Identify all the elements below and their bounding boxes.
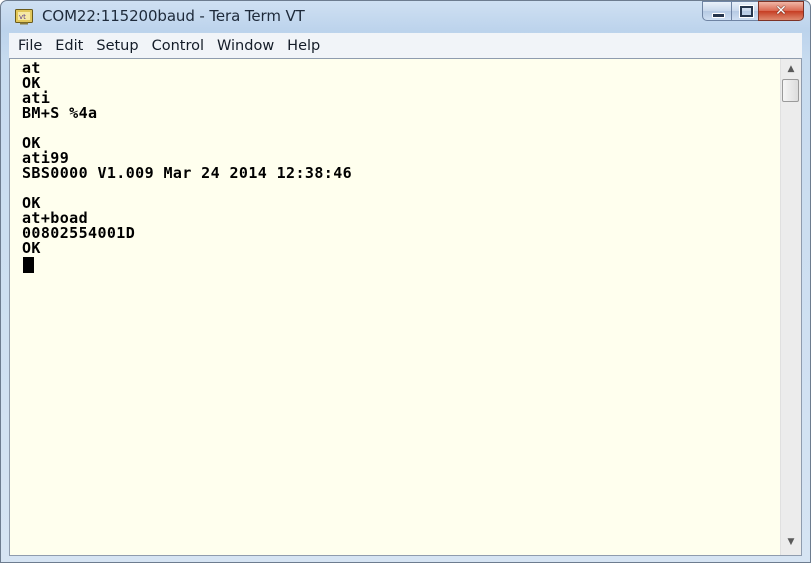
- teraterm-icon[interactable]: vt: [15, 9, 33, 25]
- terminal-line: OK: [22, 239, 41, 257]
- svg-text:vt: vt: [19, 13, 26, 21]
- caption-buttons: ✕: [702, 1, 804, 23]
- vertical-scrollbar[interactable]: ▲ ▼: [780, 59, 801, 555]
- title-bar[interactable]: vt COM22:115200baud - Tera Term VT ✕: [1, 1, 810, 33]
- client-area: at OK ati BM+S %4a OK ati99 SBS0000 V1.0…: [9, 58, 802, 556]
- menu-edit[interactable]: Edit: [52, 38, 89, 54]
- window-title: COM22:115200baud - Tera Term VT: [42, 7, 305, 25]
- scroll-down-arrow-icon[interactable]: ▼: [781, 534, 801, 551]
- close-button[interactable]: ✕: [758, 1, 804, 21]
- minimize-icon: [712, 13, 725, 18]
- maximize-button[interactable]: [731, 1, 759, 21]
- menu-file[interactable]: File: [15, 38, 48, 54]
- menu-setup[interactable]: Setup: [93, 38, 144, 54]
- terminal-screen[interactable]: at OK ati BM+S %4a OK ati99 SBS0000 V1.0…: [10, 59, 780, 555]
- close-icon: ✕: [775, 3, 787, 19]
- menu-bar: File Edit Setup Control Window Help: [9, 33, 802, 58]
- menu-control[interactable]: Control: [149, 38, 210, 54]
- terminal-window: vt COM22:115200baud - Tera Term VT ✕ Fil…: [0, 0, 811, 563]
- terminal-line: BM+S %4a: [22, 104, 98, 122]
- terminal-line: SBS0000 V1.009 Mar 24 2014 12:38:46: [22, 164, 353, 182]
- minimize-button[interactable]: [702, 1, 732, 21]
- scrollbar-thumb[interactable]: [782, 79, 799, 102]
- scroll-up-arrow-icon[interactable]: ▲: [781, 61, 801, 78]
- menu-help[interactable]: Help: [284, 38, 326, 54]
- menu-window[interactable]: Window: [214, 38, 280, 54]
- text-cursor: [23, 257, 34, 273]
- maximize-icon: [739, 5, 754, 18]
